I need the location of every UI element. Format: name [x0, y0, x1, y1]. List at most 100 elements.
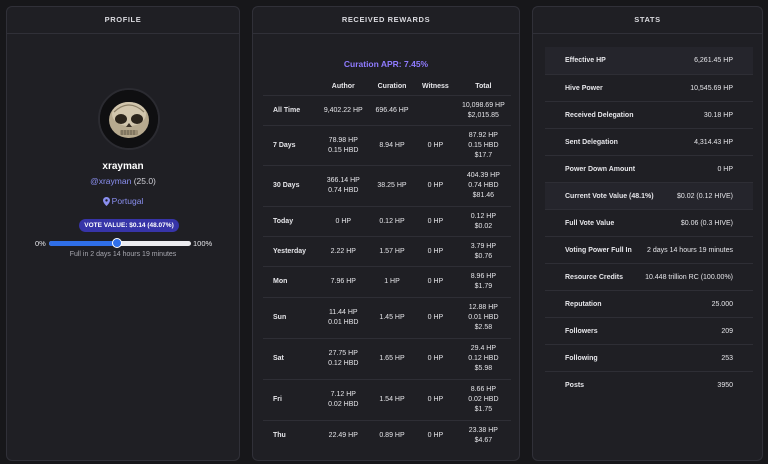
total-cell-line: 87.92 HP: [468, 131, 498, 139]
slider-min-label: 0%: [35, 239, 46, 248]
author-cell: 366.14 HP 0.74 HBD: [317, 165, 369, 207]
rewards-row: 7 Days 78.98 HP 0.15 HBD 8.94 HP 0 HP 87.92 H…: [263, 125, 511, 166]
stat-label: Hive Power: [565, 85, 603, 92]
curation-cell: 1.54 HP: [368, 379, 416, 421]
rewards-row-label: Sun: [263, 297, 318, 339]
slider-max-label: 100%: [193, 239, 213, 248]
total-cell-line: 8.66 HP: [470, 386, 497, 393]
stat-value: 6,261.45 HP: [694, 57, 733, 64]
profile-handle-link[interactable]: @xrayman: [90, 176, 131, 186]
rewards-row-label: Today: [263, 206, 318, 237]
slider-fill: [49, 241, 118, 246]
total-cell-line: $4.67: [474, 436, 493, 444]
location-pin-icon: [102, 197, 110, 206]
stat-value: 25.000: [711, 301, 733, 308]
total-cell: 29.4 HP 0.12 HBD $5.98: [455, 338, 511, 380]
stat-value: $0.02 (0.12 HIVE): [676, 193, 733, 200]
rewards-row-label: Sat: [263, 338, 318, 380]
total-cell-line: $5.98: [474, 365, 493, 372]
stat-label: Full Vote Value: [565, 220, 615, 227]
total-cell-line: 23.38 HP: [468, 426, 498, 434]
curation-cell: 1.65 HP: [368, 338, 416, 380]
stat-label: Received Delegation: [565, 112, 634, 119]
rewards-header: RECEIVED REWARDS: [253, 7, 519, 34]
stat-label: Power Down Amount: [565, 166, 636, 173]
total-cell-line: $17.7: [474, 151, 493, 159]
total-cell-line: 0.12 HP: [470, 212, 497, 220]
rewards-row-label: Fri: [263, 379, 318, 421]
rewards-row-label: 30 Days: [263, 165, 318, 207]
stat-value: 2 days 14 hours 19 minutes: [647, 247, 733, 254]
stat-label: Posts: [565, 382, 585, 389]
author-cell-line: 7.12 HP: [330, 391, 356, 398]
total-cell: 8.66 HP 0.02 HBD $1.75: [455, 379, 511, 421]
stats-header: STATS: [533, 7, 762, 34]
profile-username: xrayman: [102, 161, 144, 172]
total-cell-line: 8.96 HP: [470, 273, 497, 280]
stat-row: Received Delegation 30.18 HP: [545, 101, 753, 129]
witness-cell: 0 HP: [415, 379, 456, 421]
total-cell: 8.96 HP $1.79: [455, 266, 511, 298]
stat-label: Followers: [565, 328, 598, 335]
vote-weight-slider[interactable]: [49, 238, 191, 248]
stat-label: Reputation: [565, 301, 602, 308]
author-cell: 27.75 HP 0.12 HBD: [317, 338, 369, 380]
stat-value: 253: [721, 355, 733, 362]
author-cell-line: 0.15 HBD: [328, 146, 359, 154]
author-cell: 7.12 HP 0.02 HBD: [317, 379, 369, 421]
curation-cell: 1.57 HP: [368, 236, 416, 267]
curation-cell: 696.46 HP: [368, 95, 416, 126]
total-cell-line: $2,015.85: [467, 111, 499, 119]
stat-row: Voting Power Full In 2 days 14 hours 19 m…: [545, 236, 753, 264]
total-cell: 3.79 HP $0.76: [455, 236, 511, 267]
col-curation: Curation: [377, 82, 407, 90]
rewards-row-label: Mon: [263, 266, 318, 298]
stat-label: Resource Credits: [565, 274, 623, 281]
profile-header: PROFILE: [7, 7, 239, 34]
rewards-row: Fri 7.12 HP 0.02 HBD 1.54 HP 0 HP 8.66 HP 0.02…: [263, 379, 511, 421]
stat-row: Hive Power 10,545.69 HP: [545, 74, 753, 102]
rewards-row: Yesterday 2.22 HP 1.57 HP 0 HP 3.79 HP $0.76: [263, 236, 511, 267]
stat-label: Voting Power Full In: [565, 247, 632, 254]
rewards-table-header: Author Curation Witness Total: [263, 77, 511, 96]
author-cell: 78.98 HP 0.15 HBD: [317, 125, 369, 166]
total-cell-line: 29.4 HP: [470, 345, 497, 352]
total-cell: 23.38 HP $4.67: [455, 420, 511, 451]
total-cell-line: $81.46: [472, 192, 495, 199]
rewards-row-label: Yesterday: [263, 236, 318, 267]
author-cell-line: 78.98 HP: [328, 136, 358, 144]
avatar[interactable]: [98, 88, 160, 150]
author-cell: 0 HP: [317, 206, 369, 237]
rewards-row: Today 0 HP 0.12 HP 0 HP 0.12 HP $0.02: [263, 206, 511, 237]
stat-value: $0.06 (0.3 HIVE): [680, 220, 733, 227]
stats-panel: STATS Effective HP 6,261.45 HP Hive Power 1…: [532, 6, 763, 461]
rewards-table: Author Curation Witness Total All Time 9,…: [263, 77, 511, 451]
author-cell-line: 7.96 HP: [330, 278, 356, 285]
author-cell-line: 9,402.22 HP: [323, 106, 363, 114]
author-cell: 2.22 HP: [317, 236, 369, 267]
rewards-row-label: Thu: [263, 420, 318, 451]
slider-thumb[interactable]: [112, 238, 123, 248]
stat-label: Sent Delegation: [565, 139, 618, 146]
author-cell-line: 366.14 HP: [326, 177, 360, 184]
total-cell-line: $2.58: [474, 324, 493, 331]
total-cell-line: 0.01 HBD: [468, 314, 499, 321]
stat-row: Effective HP 6,261.45 HP: [545, 47, 753, 74]
stat-row: Full Vote Value $0.06 (0.3 HIVE): [545, 209, 753, 237]
profile-panel: PROFILE xrayman @xrayman (25.0) Portugal…: [6, 6, 240, 461]
witness-cell: 0 HP: [415, 297, 456, 339]
rewards-row: Sat 27.75 HP 0.12 HBD 1.65 HP 0 HP 29.4 HP 0.1…: [263, 338, 511, 380]
total-cell-line: $0.76: [474, 252, 493, 260]
stat-row: Resource Credits 10.448 trillion RC (100.…: [545, 263, 753, 291]
curation-cell: 1.45 HP: [368, 297, 416, 339]
stat-value: 10,545.69 HP: [690, 85, 733, 92]
stat-label: Following: [565, 355, 598, 362]
author-cell: 9,402.22 HP: [317, 95, 369, 126]
rewards-panel: RECEIVED REWARDS Curation APR: 7.45% Aut…: [252, 6, 520, 461]
total-cell-line: $0.02: [474, 222, 493, 230]
witness-cell: 0 HP: [415, 206, 456, 237]
total-cell-line: 10,098.69 HP: [461, 101, 505, 109]
author-cell: 22.49 HP: [317, 420, 369, 451]
total-cell-line: 0.12 HBD: [468, 355, 499, 362]
author-cell-line: 0.12 HBD: [328, 360, 359, 367]
